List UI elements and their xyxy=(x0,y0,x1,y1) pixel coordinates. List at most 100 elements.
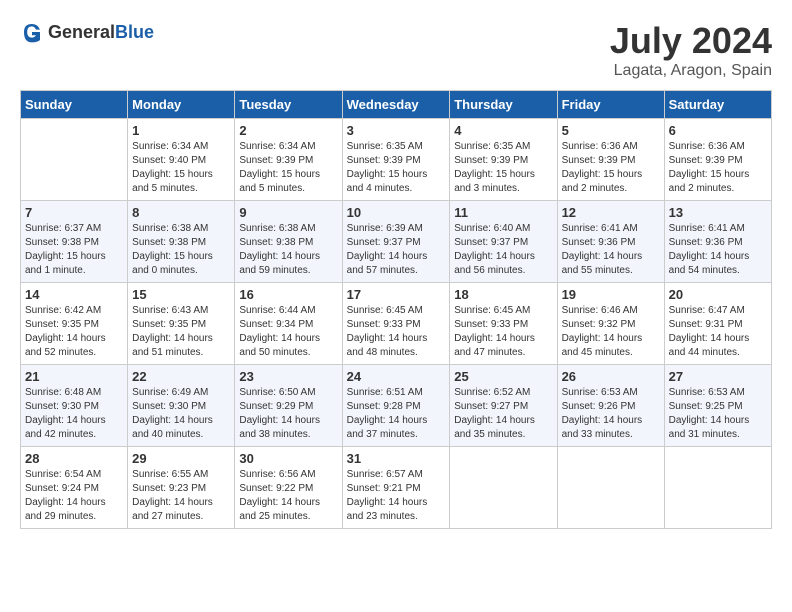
day-number: 15 xyxy=(132,287,230,302)
calendar-cell xyxy=(21,119,128,201)
day-info: Sunrise: 6:57 AM Sunset: 9:21 PM Dayligh… xyxy=(347,468,446,524)
day-number: 31 xyxy=(347,451,446,466)
day-header-monday: Monday xyxy=(128,91,235,119)
day-number: 14 xyxy=(25,287,123,302)
day-number: 1 xyxy=(132,123,230,138)
day-number: 6 xyxy=(669,123,767,138)
day-info: Sunrise: 6:50 AM Sunset: 9:29 PM Dayligh… xyxy=(239,386,337,442)
day-number: 21 xyxy=(25,369,123,384)
calendar-cell: 10 Sunrise: 6:39 AM Sunset: 9:37 PM Dayli… xyxy=(342,201,450,283)
page-header: GeneralBlue July 2024 Lagata, Aragon, Sp… xyxy=(20,20,772,80)
day-number: 26 xyxy=(562,369,660,384)
calendar-table: SundayMondayTuesdayWednesdayThursdayFrid… xyxy=(20,90,772,529)
day-number: 23 xyxy=(239,369,337,384)
day-number: 5 xyxy=(562,123,660,138)
day-info: Sunrise: 6:47 AM Sunset: 9:31 PM Dayligh… xyxy=(669,304,767,360)
day-number: 11 xyxy=(454,205,552,220)
day-info: Sunrise: 6:52 AM Sunset: 9:27 PM Dayligh… xyxy=(454,386,552,442)
day-number: 16 xyxy=(239,287,337,302)
calendar-cell: 25 Sunrise: 6:52 AM Sunset: 9:27 PM Dayli… xyxy=(450,365,557,447)
day-info: Sunrise: 6:56 AM Sunset: 9:22 PM Dayligh… xyxy=(239,468,337,524)
day-info: Sunrise: 6:38 AM Sunset: 9:38 PM Dayligh… xyxy=(132,222,230,278)
day-info: Sunrise: 6:51 AM Sunset: 9:28 PM Dayligh… xyxy=(347,386,446,442)
calendar-cell: 6 Sunrise: 6:36 AM Sunset: 9:39 PM Daylig… xyxy=(664,119,771,201)
calendar-cell: 26 Sunrise: 6:53 AM Sunset: 9:26 PM Dayli… xyxy=(557,365,664,447)
calendar-cell: 17 Sunrise: 6:45 AM Sunset: 9:33 PM Dayli… xyxy=(342,283,450,365)
calendar-cell: 13Sunrise: 6:41 AM Sunset: 9:36 PM Dayli… xyxy=(664,201,771,283)
calendar-cell: 9 Sunrise: 6:38 AM Sunset: 9:38 PM Daylig… xyxy=(235,201,342,283)
calendar-cell: 8 Sunrise: 6:38 AM Sunset: 9:38 PM Daylig… xyxy=(128,201,235,283)
day-info: Sunrise: 6:37 AM Sunset: 9:38 PM Dayligh… xyxy=(25,222,123,278)
calendar-cell: 23 Sunrise: 6:50 AM Sunset: 9:29 PM Dayli… xyxy=(235,365,342,447)
day-info: Sunrise: 6:34 AM Sunset: 9:39 PM Dayligh… xyxy=(239,140,337,196)
week-row-3: 14 Sunrise: 6:42 AM Sunset: 9:35 PM Dayli… xyxy=(21,283,772,365)
day-number: 10 xyxy=(347,205,446,220)
day-number: 29 xyxy=(132,451,230,466)
calendar-cell: 11 Sunrise: 6:40 AM Sunset: 9:37 PM Dayli… xyxy=(450,201,557,283)
day-header-saturday: Saturday xyxy=(664,91,771,119)
day-number: 27 xyxy=(669,369,767,384)
day-info: Sunrise: 6:38 AM Sunset: 9:38 PM Dayligh… xyxy=(239,222,337,278)
calendar-cell: 31 Sunrise: 6:57 AM Sunset: 9:21 PM Dayli… xyxy=(342,447,450,529)
calendar-cell: 7 Sunrise: 6:37 AM Sunset: 9:38 PM Daylig… xyxy=(21,201,128,283)
calendar-cell: 20Sunrise: 6:47 AM Sunset: 9:31 PM Dayli… xyxy=(664,283,771,365)
day-number: 9 xyxy=(239,205,337,220)
calendar-cell: 12Sunrise: 6:41 AM Sunset: 9:36 PM Dayli… xyxy=(557,201,664,283)
day-number: 25 xyxy=(454,369,552,384)
day-info: Sunrise: 6:45 AM Sunset: 9:33 PM Dayligh… xyxy=(454,304,552,360)
day-number: 19 xyxy=(562,287,660,302)
day-info: Sunrise: 6:36 AM Sunset: 9:39 PM Dayligh… xyxy=(669,140,767,196)
week-row-1: 1 Sunrise: 6:34 AM Sunset: 9:40 PM Daylig… xyxy=(21,119,772,201)
calendar-cell: 2 Sunrise: 6:34 AM Sunset: 9:39 PM Daylig… xyxy=(235,119,342,201)
location: Lagata, Aragon, Spain xyxy=(610,62,772,80)
day-info: Sunrise: 6:41 AM Sunset: 9:36 PM Dayligh… xyxy=(562,222,660,278)
day-info: Sunrise: 6:49 AM Sunset: 9:30 PM Dayligh… xyxy=(132,386,230,442)
day-info: Sunrise: 6:48 AM Sunset: 9:30 PM Dayligh… xyxy=(25,386,123,442)
calendar-cell: 14 Sunrise: 6:42 AM Sunset: 9:35 PM Dayli… xyxy=(21,283,128,365)
day-info: Sunrise: 6:53 AM Sunset: 9:26 PM Dayligh… xyxy=(562,386,660,442)
day-info: Sunrise: 6:35 AM Sunset: 9:39 PM Dayligh… xyxy=(347,140,446,196)
calendar-cell: 22 Sunrise: 6:49 AM Sunset: 9:30 PM Dayli… xyxy=(128,365,235,447)
calendar-cell xyxy=(450,447,557,529)
day-info: Sunrise: 6:36 AM Sunset: 9:39 PM Dayligh… xyxy=(562,140,660,196)
day-info: Sunrise: 6:45 AM Sunset: 9:33 PM Dayligh… xyxy=(347,304,446,360)
day-info: Sunrise: 6:42 AM Sunset: 9:35 PM Dayligh… xyxy=(25,304,123,360)
day-number: 13 xyxy=(669,205,767,220)
day-number: 24 xyxy=(347,369,446,384)
day-info: Sunrise: 6:35 AM Sunset: 9:39 PM Dayligh… xyxy=(454,140,552,196)
day-info: Sunrise: 6:40 AM Sunset: 9:37 PM Dayligh… xyxy=(454,222,552,278)
day-number: 30 xyxy=(239,451,337,466)
day-number: 18 xyxy=(454,287,552,302)
day-info: Sunrise: 6:54 AM Sunset: 9:24 PM Dayligh… xyxy=(25,468,123,524)
week-row-4: 21 Sunrise: 6:48 AM Sunset: 9:30 PM Dayli… xyxy=(21,365,772,447)
day-number: 8 xyxy=(132,205,230,220)
calendar-cell: 29Sunrise: 6:55 AM Sunset: 9:23 PM Dayli… xyxy=(128,447,235,529)
day-info: Sunrise: 6:34 AM Sunset: 9:40 PM Dayligh… xyxy=(132,140,230,196)
calendar-cell: 5 Sunrise: 6:36 AM Sunset: 9:39 PM Daylig… xyxy=(557,119,664,201)
calendar-cell xyxy=(664,447,771,529)
day-number: 17 xyxy=(347,287,446,302)
day-number: 22 xyxy=(132,369,230,384)
day-number: 28 xyxy=(25,451,123,466)
day-number: 2 xyxy=(239,123,337,138)
days-header-row: SundayMondayTuesdayWednesdayThursdayFrid… xyxy=(21,91,772,119)
day-number: 4 xyxy=(454,123,552,138)
day-header-friday: Friday xyxy=(557,91,664,119)
day-info: Sunrise: 6:44 AM Sunset: 9:34 PM Dayligh… xyxy=(239,304,337,360)
week-row-5: 28 Sunrise: 6:54 AM Sunset: 9:24 PM Dayli… xyxy=(21,447,772,529)
day-info: Sunrise: 6:39 AM Sunset: 9:37 PM Dayligh… xyxy=(347,222,446,278)
day-header-thursday: Thursday xyxy=(450,91,557,119)
calendar-cell: 3Sunrise: 6:35 AM Sunset: 9:39 PM Daylig… xyxy=(342,119,450,201)
day-header-tuesday: Tuesday xyxy=(235,91,342,119)
calendar-cell: 15Sunrise: 6:43 AM Sunset: 9:35 PM Dayli… xyxy=(128,283,235,365)
day-header-wednesday: Wednesday xyxy=(342,91,450,119)
calendar-cell: 18 Sunrise: 6:45 AM Sunset: 9:33 PM Dayli… xyxy=(450,283,557,365)
week-row-2: 7 Sunrise: 6:37 AM Sunset: 9:38 PM Daylig… xyxy=(21,201,772,283)
calendar-cell xyxy=(557,447,664,529)
day-header-sunday: Sunday xyxy=(21,91,128,119)
calendar-cell: 16 Sunrise: 6:44 AM Sunset: 9:34 PM Dayli… xyxy=(235,283,342,365)
day-info: Sunrise: 6:46 AM Sunset: 9:32 PM Dayligh… xyxy=(562,304,660,360)
calendar-cell: 19 Sunrise: 6:46 AM Sunset: 9:32 PM Dayli… xyxy=(557,283,664,365)
calendar-cell: 1 Sunrise: 6:34 AM Sunset: 9:40 PM Daylig… xyxy=(128,119,235,201)
day-number: 7 xyxy=(25,205,123,220)
